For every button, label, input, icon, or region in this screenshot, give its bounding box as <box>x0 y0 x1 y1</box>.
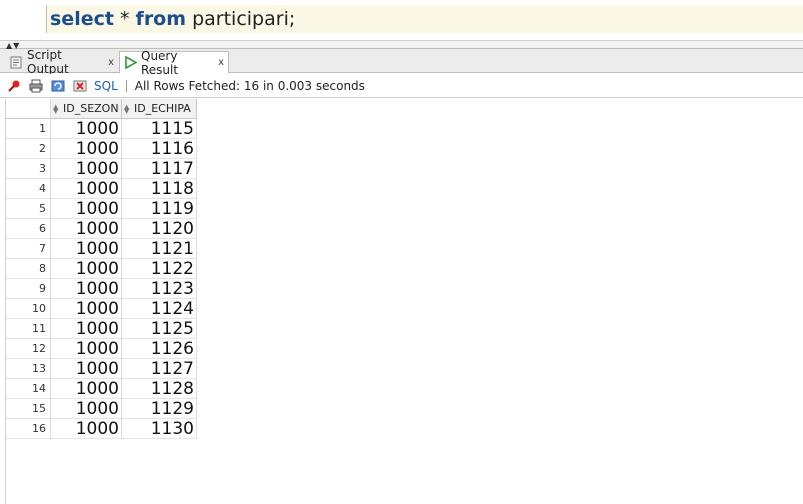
table-row[interactable]: 16 1000 1130 <box>6 419 197 439</box>
table-row[interactable]: 9 1000 1123 <box>6 279 197 299</box>
print-icon[interactable] <box>28 78 44 94</box>
cell-id-echipa[interactable]: 1118 <box>122 179 197 199</box>
row-number: 6 <box>6 219 51 239</box>
row-number: 15 <box>6 399 51 419</box>
table-row[interactable]: 8 1000 1122 <box>6 259 197 279</box>
table-row[interactable]: 1 1000 1115 <box>6 119 197 139</box>
row-number: 16 <box>6 419 51 439</box>
row-number: 7 <box>6 239 51 259</box>
refresh-icon[interactable] <box>50 78 66 94</box>
cell-id-echipa[interactable]: 1115 <box>122 119 197 139</box>
table-row[interactable]: 10 1000 1124 <box>6 299 197 319</box>
table-row[interactable]: 6 1000 1120 <box>6 219 197 239</box>
cell-id-sezon[interactable]: 1000 <box>51 119 122 139</box>
row-number: 1 <box>6 119 51 139</box>
sql-editor[interactable]: select * from participari; <box>0 0 803 40</box>
cell-id-echipa[interactable]: 1124 <box>122 299 197 319</box>
cell-id-sezon[interactable]: 1000 <box>51 419 122 439</box>
cell-id-echipa[interactable]: 1119 <box>122 199 197 219</box>
cell-id-echipa[interactable]: 1121 <box>122 239 197 259</box>
table-row[interactable]: 2 1000 1116 <box>6 139 197 159</box>
table-row[interactable]: 3 1000 1117 <box>6 159 197 179</box>
row-number-header <box>6 99 51 119</box>
grid-header: ▲ ▼ ID_SEZON ▲ ▼ ID_ECHIPA <box>6 99 197 119</box>
editor-gutter <box>46 5 47 33</box>
table-row[interactable]: 12 1000 1126 <box>6 339 197 359</box>
row-number: 8 <box>6 259 51 279</box>
close-icon[interactable]: x <box>218 57 224 68</box>
cell-id-sezon[interactable]: 1000 <box>51 319 122 339</box>
tab-script-output-label: Script Output <box>27 48 69 76</box>
cell-id-sezon[interactable]: 1000 <box>51 199 122 219</box>
cell-id-sezon[interactable]: 1000 <box>51 399 122 419</box>
cell-id-echipa[interactable]: 1117 <box>122 159 197 179</box>
cell-id-sezon[interactable]: 1000 <box>51 219 122 239</box>
cell-id-echipa[interactable]: 1129 <box>122 399 197 419</box>
row-number: 14 <box>6 379 51 399</box>
result-toolbar: SQL All Rows Fetched: 16 in 0.003 second… <box>0 74 803 98</box>
cell-id-sezon[interactable]: 1000 <box>51 159 122 179</box>
table-row[interactable]: 13 1000 1127 <box>6 359 197 379</box>
column-header-id-echipa[interactable]: ▲ ▼ ID_ECHIPA <box>122 99 197 119</box>
row-number: 9 <box>6 279 51 299</box>
grid-rows: 1 1000 1115 2 1000 1116 3 1000 1117 4 1000 1118 5 100… <box>6 119 197 439</box>
row-number: 11 <box>6 319 51 339</box>
pin-icon[interactable] <box>6 78 22 94</box>
cell-id-echipa[interactable]: 1123 <box>122 279 197 299</box>
table-row[interactable]: 4 1000 1118 <box>6 179 197 199</box>
result-grid[interactable]: ▲ ▼ ID_SEZON ▲ ▼ ID_ECHIPA 1 1000 1115 2 1000 1… <box>5 99 803 504</box>
cell-id-sezon[interactable]: 1000 <box>51 179 122 199</box>
cell-id-echipa[interactable]: 1126 <box>122 339 197 359</box>
cell-id-sezon[interactable]: 1000 <box>51 299 122 319</box>
cell-id-echipa[interactable]: 1116 <box>122 139 197 159</box>
table-row[interactable]: 7 1000 1121 <box>6 239 197 259</box>
close-icon[interactable]: x <box>108 57 114 68</box>
cell-id-echipa[interactable]: 1125 <box>122 319 197 339</box>
sql-table-name: participari; <box>186 8 296 30</box>
row-number: 2 <box>6 139 51 159</box>
sql-keyword-from: from <box>135 8 187 30</box>
column-header-id-sezon[interactable]: ▲ ▼ ID_SEZON <box>51 99 122 119</box>
cell-id-echipa[interactable]: 1120 <box>122 219 197 239</box>
cell-id-echipa[interactable]: 1127 <box>122 359 197 379</box>
sql-star: * <box>113 8 136 30</box>
table-row[interactable]: 11 1000 1125 <box>6 319 197 339</box>
cell-id-echipa[interactable]: 1122 <box>122 259 197 279</box>
table-row[interactable]: 14 1000 1128 <box>6 379 197 399</box>
row-number: 3 <box>6 159 51 179</box>
row-number: 4 <box>6 179 51 199</box>
cell-id-echipa[interactable]: 1128 <box>122 379 197 399</box>
table-row[interactable]: 5 1000 1119 <box>6 199 197 219</box>
sort-icon[interactable]: ▲ ▼ <box>124 103 132 114</box>
row-number: 10 <box>6 299 51 319</box>
cell-id-echipa[interactable]: 1130 <box>122 419 197 439</box>
row-number: 5 <box>6 199 51 219</box>
tab-query-result-label: Query Result <box>141 48 179 77</box>
cell-id-sezon[interactable]: 1000 <box>51 359 122 379</box>
cell-id-sezon[interactable]: 1000 <box>51 379 122 399</box>
run-arrow-icon <box>124 56 137 70</box>
script-output-icon <box>10 55 23 69</box>
column-header-label: ID_ECHIPA <box>134 102 191 115</box>
cell-id-sezon[interactable]: 1000 <box>51 259 122 279</box>
sort-icon[interactable]: ▲ ▼ <box>53 103 61 114</box>
sql-button[interactable]: SQL <box>94 79 118 93</box>
cancel-icon[interactable] <box>72 78 88 94</box>
cell-id-sezon[interactable]: 1000 <box>51 239 122 259</box>
tab-script-output[interactable]: Script Output x <box>6 48 118 76</box>
tab-query-result[interactable]: Query Result x <box>119 48 229 77</box>
sql-statement[interactable]: select * from participari; <box>50 7 295 31</box>
cell-id-sezon[interactable]: 1000 <box>51 279 122 299</box>
cell-id-sezon[interactable]: 1000 <box>51 139 122 159</box>
table-row[interactable]: 15 1000 1129 <box>6 399 197 419</box>
fetch-status: All Rows Fetched: 16 in 0.003 seconds <box>134 78 365 93</box>
pane-splitter[interactable]: ▲▼ <box>0 40 803 50</box>
cell-id-sezon[interactable]: 1000 <box>51 339 122 359</box>
result-tab-bar: Script Output x Query Result x <box>0 48 803 77</box>
row-number: 12 <box>6 339 51 359</box>
row-number: 13 <box>6 359 51 379</box>
toolbar-divider <box>125 79 127 92</box>
column-header-label: ID_SEZON <box>63 102 119 115</box>
sql-keyword-select: select <box>50 8 114 30</box>
